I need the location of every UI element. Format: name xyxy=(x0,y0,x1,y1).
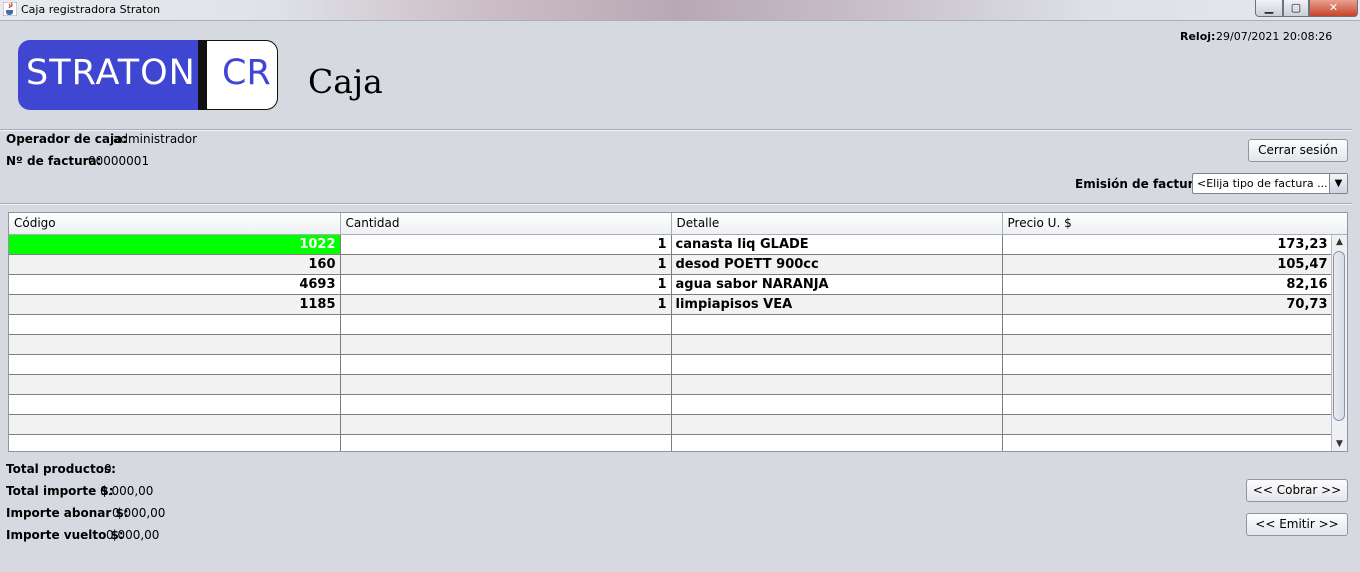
cell-detail[interactable]: agua sabor NARANJA xyxy=(671,274,1003,295)
cell-quantity[interactable]: 1 xyxy=(340,254,672,275)
table-row-empty[interactable] xyxy=(9,394,1333,415)
logo-divider xyxy=(198,40,207,110)
cell-detail[interactable]: canasta liq GLADE xyxy=(671,234,1003,255)
dropdown-arrow-icon[interactable]: ▼ xyxy=(1329,174,1347,193)
cell-code[interactable]: 1022 xyxy=(9,234,341,255)
scroll-up-icon[interactable]: ▲ xyxy=(1332,235,1347,249)
change-amount-value: 0.000,00 xyxy=(106,528,160,542)
window-title: Caja registradora Straton xyxy=(21,3,161,16)
total-products-label: Total productos: xyxy=(6,462,116,476)
scroll-thumb[interactable] xyxy=(1333,251,1345,421)
clock-label: Reloj: xyxy=(1180,30,1216,43)
total-amount-label: Total importe $: xyxy=(6,484,114,498)
table-row[interactable]: 4693 1 agua sabor NARANJA 82,16 xyxy=(9,274,1333,295)
amount-to-pay-label: Importe abonar $: xyxy=(6,506,129,520)
total-products-value: 0 xyxy=(104,462,112,476)
column-header-quantity[interactable]: Cantidad xyxy=(340,213,672,235)
column-header-price[interactable]: Precio U. $ xyxy=(1002,213,1333,235)
cell-quantity[interactable]: 1 xyxy=(340,234,672,255)
table-header-corner xyxy=(1332,213,1347,235)
cell-quantity[interactable]: 1 xyxy=(340,294,672,315)
cell-price[interactable]: 82,16 xyxy=(1002,274,1333,295)
cell-code[interactable]: 4693 xyxy=(9,274,341,295)
amount-to-pay-value: 0.000,00 xyxy=(112,506,166,520)
maximize-button[interactable]: ▢ xyxy=(1283,0,1309,17)
logout-button[interactable]: Cerrar sesión xyxy=(1248,139,1348,162)
cell-code[interactable]: 1185 xyxy=(9,294,341,315)
java-cup-icon xyxy=(3,2,17,16)
table-row-empty[interactable] xyxy=(9,334,1333,355)
table-vertical-scrollbar[interactable]: ▲ ▼ xyxy=(1331,235,1347,451)
invoice-type-selected: <Elija tipo de factura ... xyxy=(1197,177,1328,190)
close-button[interactable]: ✕ xyxy=(1309,0,1358,17)
cell-detail[interactable]: limpiapisos VEA xyxy=(671,294,1003,315)
table-row-empty[interactable] xyxy=(9,414,1333,435)
charge-button[interactable]: << Cobrar >> xyxy=(1246,479,1348,502)
column-header-code[interactable]: Código xyxy=(9,213,341,235)
cell-price[interactable]: 70,73 xyxy=(1002,294,1333,315)
cell-price[interactable]: 105,47 xyxy=(1002,254,1333,275)
minimize-button[interactable]: ▁ xyxy=(1255,0,1283,17)
invoice-type-select[interactable]: <Elija tipo de factura ... ▼ xyxy=(1192,173,1348,194)
separator-middle xyxy=(0,203,1352,205)
table-row-empty[interactable] xyxy=(9,314,1333,335)
logo-cr-text: CR xyxy=(222,53,271,93)
table-row-empty[interactable] xyxy=(9,374,1333,395)
window-title-bar[interactable] xyxy=(0,0,1360,21)
cell-detail[interactable]: desod POETT 900cc xyxy=(671,254,1003,275)
logo-straton-text: STRATON xyxy=(26,53,196,93)
table-row-empty[interactable] xyxy=(9,434,1333,451)
column-header-detail[interactable]: Detalle xyxy=(671,213,1003,235)
cell-quantity[interactable]: 1 xyxy=(340,274,672,295)
scroll-down-icon[interactable]: ▼ xyxy=(1332,437,1347,451)
cell-price[interactable]: 173,23 xyxy=(1002,234,1333,255)
separator-top xyxy=(0,129,1352,131)
cell-code[interactable]: 160 xyxy=(9,254,341,275)
table-row[interactable]: 1022 1 canasta liq GLADE 173,23 xyxy=(9,234,1333,255)
emit-button[interactable]: << Emitir >> xyxy=(1246,513,1348,536)
invoice-type-label: Emisión de factura: xyxy=(1075,177,1207,191)
table-row[interactable]: 1185 1 limpiapisos VEA 70,73 xyxy=(9,294,1333,315)
invoice-number-value: 00000001 xyxy=(88,154,150,168)
table-row-empty[interactable] xyxy=(9,354,1333,375)
page-title: Caja xyxy=(308,62,383,101)
operator-value: administrador xyxy=(113,132,198,146)
products-table[interactable]: Código Cantidad Detalle Precio U. $ 1022… xyxy=(8,212,1348,452)
operator-label: Operador de caja: xyxy=(6,132,128,146)
clock-value: 29/07/2021 20:08:26 xyxy=(1216,30,1333,43)
table-row[interactable]: 160 1 desod POETT 900cc 105,47 xyxy=(9,254,1333,275)
total-amount-value: 0.000,00 xyxy=(100,484,154,498)
